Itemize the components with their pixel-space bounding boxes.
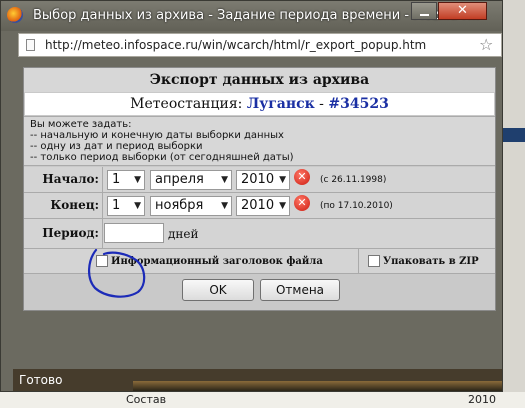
hand-drawn-circle-annotation bbox=[88, 248, 146, 298]
